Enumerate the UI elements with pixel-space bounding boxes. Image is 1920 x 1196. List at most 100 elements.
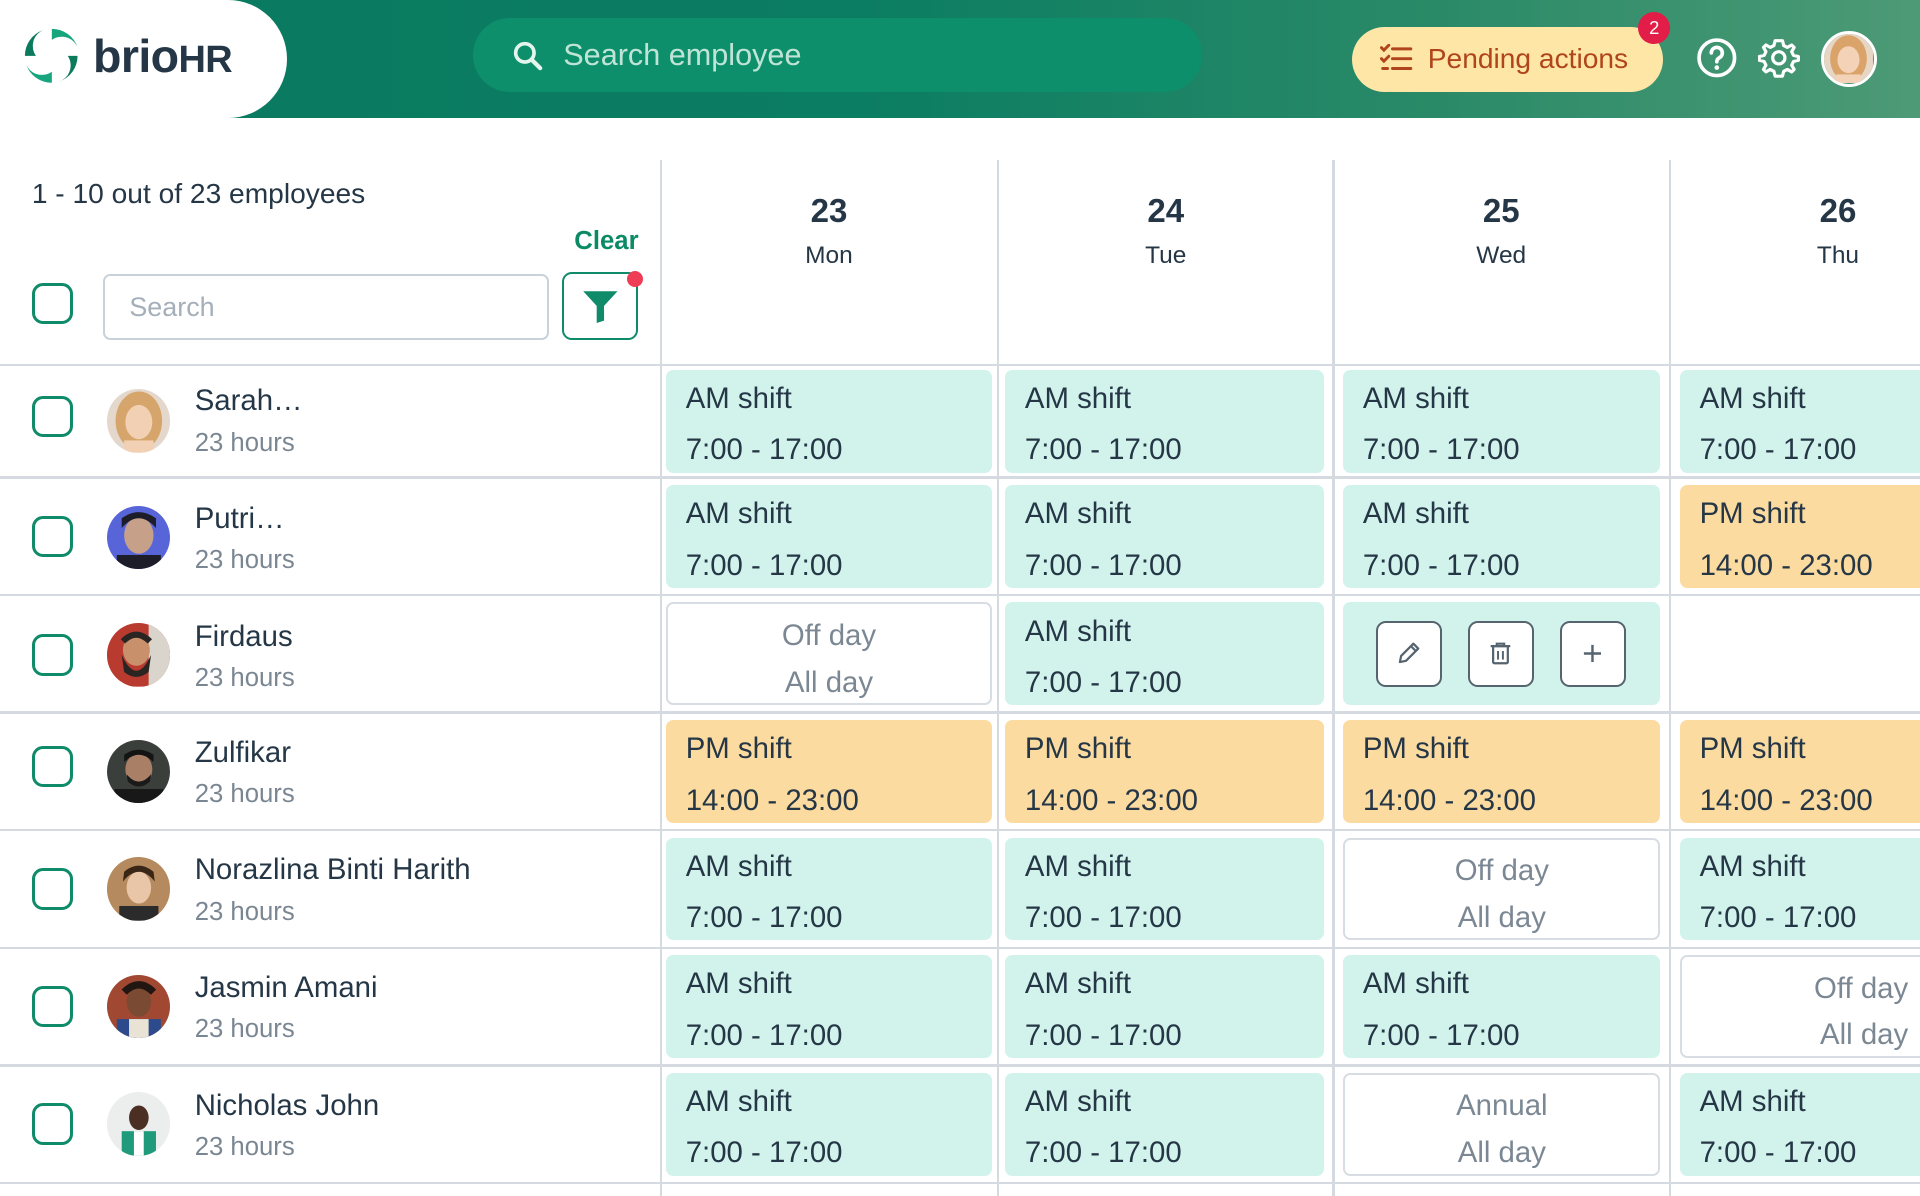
day-name: Wed: [1476, 242, 1527, 270]
select-all-checkbox[interactable]: [31, 282, 74, 325]
shift-time: All day: [784, 665, 874, 699]
employee-hours: 23 hours: [194, 428, 295, 457]
checklist-icon: [1379, 44, 1413, 71]
shift-cell-am[interactable]: AM shift 7:00 - 17:00: [666, 955, 992, 1058]
shift-time: 14:00 - 23:00: [1699, 548, 1873, 582]
day-name: Thu: [1816, 242, 1860, 270]
employee-avatar[interactable]: [106, 974, 171, 1039]
employee-select-checkbox[interactable]: [31, 634, 74, 676]
delete-button[interactable]: [1468, 620, 1535, 687]
shift-time: 7:00 - 17:00: [1024, 433, 1182, 467]
shift-cell-am[interactable]: AM shift 7:00 - 17:00: [666, 484, 992, 588]
shift-cell-pm[interactable]: PM shift 14:00 - 23:00: [1005, 720, 1324, 823]
shift-cell-am[interactable]: AM shift 7:00 - 17:00: [1005, 369, 1324, 473]
pending-actions-button[interactable]: Pending actions: [1351, 26, 1663, 92]
shift-cell-am[interactable]: AM shift 7:00 - 17:00: [1005, 484, 1324, 588]
clear-filters-link[interactable]: Clear: [574, 227, 638, 256]
shift-cell-am[interactable]: AM shift 7:00 - 17:00: [666, 369, 992, 473]
employee-avatar[interactable]: [106, 857, 171, 921]
shift-label: Off day: [1454, 854, 1549, 888]
employee-avatar[interactable]: [106, 623, 171, 687]
shift-cell-am[interactable]: AM shift 7:00 - 17:00: [1005, 1072, 1324, 1176]
shift-label: Off day: [1814, 971, 1909, 1005]
employee-select-checkbox[interactable]: [31, 395, 74, 438]
shift-cell-off[interactable]: Off day All day: [1343, 837, 1661, 941]
shift-time: 7:00 - 17:00: [1024, 1136, 1182, 1170]
shift-label: AM shift: [1699, 1084, 1806, 1118]
shift-cell-off[interactable]: Off day All day: [666, 602, 992, 706]
shift-cell-am[interactable]: AM shift 7:00 - 17:00: [1005, 955, 1324, 1058]
shift-cell-am[interactable]: AM shift 7:00 - 17:00: [1005, 602, 1324, 706]
shift-cell-am[interactable]: AM shift 7:00 - 17:00: [1343, 369, 1661, 473]
employee-search-input[interactable]: [563, 30, 1164, 80]
add-button[interactable]: [1560, 620, 1627, 687]
shift-label: AM shift: [685, 967, 792, 1001]
shift-cell-pm[interactable]: PM shift 14:00 - 23:00: [1343, 720, 1661, 823]
shift-label: AM shift: [1024, 967, 1131, 1001]
shift-cell-am[interactable]: AM shift 7:00 - 17:00: [1343, 955, 1661, 1058]
plus-add-icon: [1584, 644, 1602, 662]
shift-cell-am[interactable]: AM shift 7:00 - 17:00: [666, 837, 992, 941]
shift-time: 7:00 - 17:00: [1699, 901, 1857, 935]
shift-cell-pm[interactable]: PM shift 14:00 - 23:00: [1680, 484, 1920, 588]
shift-cell-pm[interactable]: PM shift 14:00 - 23:00: [1680, 720, 1920, 823]
employee-name[interactable]: Sarah…: [195, 384, 303, 418]
day-header-mon: 23 Mon: [662, 193, 995, 270]
employee-select-checkbox[interactable]: [31, 515, 74, 558]
employee-avatar[interactable]: [106, 739, 171, 804]
help-icon[interactable]: [1696, 37, 1738, 79]
shift-time: 7:00 - 17:00: [1362, 548, 1520, 582]
pencil-edit-icon: [1399, 642, 1420, 664]
day-header-thu: 26 Thu: [1671, 193, 1920, 270]
shift-time: 7:00 - 17:00: [1699, 433, 1857, 467]
employee-avatar[interactable]: [106, 389, 171, 454]
user-avatar[interactable]: [1820, 30, 1878, 87]
employee-filter-search-input[interactable]: [102, 274, 549, 341]
employee-hours: 23 hours: [194, 1132, 295, 1161]
logo-container[interactable]: brioHR: [0, 0, 287, 118]
shift-label: AM shift: [1699, 382, 1806, 416]
column-divider: [660, 160, 663, 1196]
employee-select-checkbox[interactable]: [31, 1103, 74, 1145]
employee-name[interactable]: Putri…: [195, 502, 285, 536]
shift-label: PM shift: [1362, 732, 1469, 766]
day-name: Mon: [805, 242, 853, 270]
shift-cell-am[interactable]: AM shift 7:00 - 17:00: [1680, 369, 1920, 473]
shift-cell-pm[interactable]: PM shift 14:00 - 23:00: [666, 720, 992, 823]
brand-name: brio: [93, 30, 179, 83]
employee-hours: 23 hours: [194, 897, 295, 926]
shift-time: 7:00 - 17:00: [685, 548, 843, 582]
settings-gear-icon[interactable]: [1758, 37, 1800, 79]
employee-hours: 23 hours: [194, 1015, 295, 1044]
shift-cell-am[interactable]: AM shift 7:00 - 17:00: [1005, 837, 1324, 941]
shift-cell-am[interactable]: AM shift 7:00 - 17:00: [666, 1072, 992, 1176]
employee-name[interactable]: Jasmin Amani: [195, 971, 378, 1005]
filter-button[interactable]: [562, 271, 638, 341]
employee-select-checkbox[interactable]: [31, 745, 74, 788]
shift-cell-am[interactable]: AM shift 7:00 - 17:00: [1343, 484, 1661, 588]
employee-name[interactable]: Nicholas John: [195, 1089, 380, 1123]
shift-time: 14:00 - 23:00: [685, 783, 859, 817]
shift-label: PM shift: [685, 732, 792, 766]
column-divider: [1668, 160, 1672, 1196]
shift-cell-off[interactable]: Off day All day: [1680, 955, 1920, 1058]
top-navigation-bar: brioHR Pending actions 2: [0, 0, 1920, 118]
employee-name[interactable]: Zulfikar: [195, 736, 291, 770]
shift-cell-actions[interactable]: [1343, 602, 1661, 706]
edit-button[interactable]: [1376, 620, 1443, 687]
shift-cell-am[interactable]: AM shift 7:00 - 17:00: [1680, 837, 1920, 941]
shift-time: 14:00 - 23:00: [1699, 783, 1873, 817]
employee-name[interactable]: Norazlina Binti Harith: [195, 853, 471, 887]
employee-select-checkbox[interactable]: [31, 868, 74, 910]
employee-avatar[interactable]: [106, 1092, 171, 1156]
employee-select-checkbox[interactable]: [31, 985, 74, 1028]
employee-name[interactable]: Firdaus: [195, 620, 293, 654]
shift-cell-annual[interactable]: Annual All day: [1343, 1072, 1661, 1176]
shift-label: AM shift: [1024, 382, 1131, 416]
employee-avatar[interactable]: [106, 505, 171, 570]
row-divider: [0, 711, 1920, 714]
filter-funnel-icon: [583, 290, 618, 323]
employee-search-bar: [472, 18, 1203, 92]
shift-cell-am[interactable]: AM shift 7:00 - 17:00: [1680, 1072, 1920, 1176]
column-divider: [1332, 160, 1335, 1196]
